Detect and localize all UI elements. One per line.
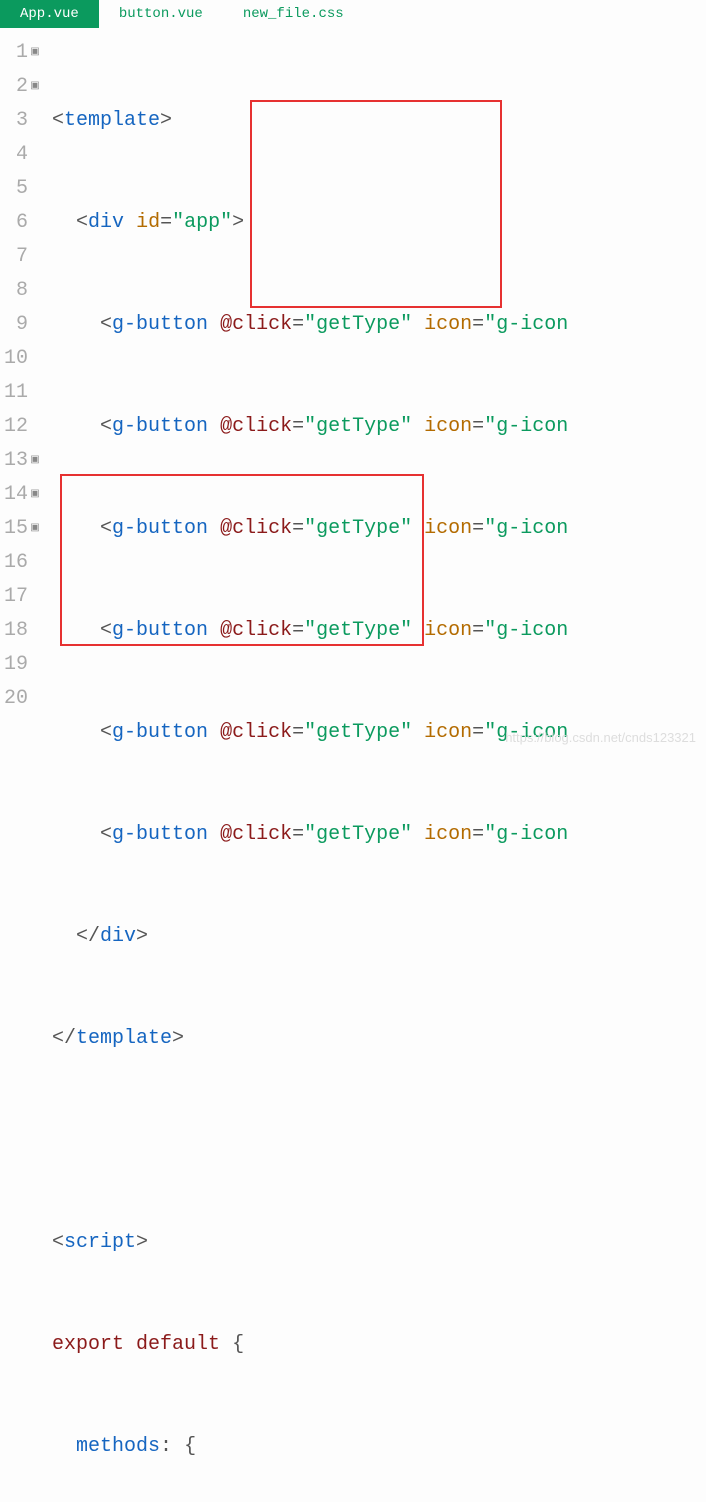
code-line: <g-button @click="getType" icon="g-icon [52, 410, 568, 444]
code-line: export default { [52, 1328, 568, 1362]
fold-icon[interactable]: ▣ [30, 444, 40, 478]
line-number: 7 [0, 240, 28, 274]
line-number: 11 [0, 376, 28, 410]
code-editor[interactable]: 1▣ 2▣ 3 4 5 6 7 8 9 10 11 12 13▣ 14▣ 15▣… [0, 28, 706, 1502]
code-line: <g-button @click="getType" icon="g-icon [52, 308, 568, 342]
fold-icon[interactable]: ▣ [30, 512, 40, 546]
line-number: 18 [0, 614, 28, 648]
tab-bar: App.vue button.vue new_file.css [0, 0, 706, 28]
fold-icon[interactable]: ▣ [30, 478, 40, 512]
line-number: 20 [0, 682, 28, 716]
code-line: <template> [52, 104, 568, 138]
tab-button-vue[interactable]: button.vue [99, 0, 223, 28]
code-line: <g-button @click="getType" icon="g-icon [52, 614, 568, 648]
code-area[interactable]: <template> <div id="app"> <g-button @cli… [50, 28, 568, 1502]
line-number: 19 [0, 648, 28, 682]
line-number: 4 [0, 138, 28, 172]
fold-icon[interactable]: ▣ [30, 70, 40, 104]
tab-new-file-css[interactable]: new_file.css [223, 0, 364, 28]
code-line: <g-button @click="getType" icon="g-icon [52, 818, 568, 852]
line-number: 13 [0, 444, 28, 478]
tab-app-vue[interactable]: App.vue [0, 0, 99, 28]
line-number: 1 [0, 36, 28, 70]
code-line: <g-button @click="getType" icon="g-icon [52, 512, 568, 546]
line-number: 17 [0, 580, 28, 614]
code-line: <div id="app"> [52, 206, 568, 240]
line-number: 6 [0, 206, 28, 240]
watermark: https://blog.csdn.net/cnds123321 [505, 730, 696, 745]
line-number: 16 [0, 546, 28, 580]
line-number: 14 [0, 478, 28, 512]
fold-icon[interactable]: ▣ [30, 36, 40, 70]
code-line [52, 1124, 568, 1158]
line-number: 9 [0, 308, 28, 342]
line-number: 10 [0, 342, 28, 376]
line-number-gutter: 1▣ 2▣ 3 4 5 6 7 8 9 10 11 12 13▣ 14▣ 15▣… [0, 28, 50, 1502]
code-line: </template> [52, 1022, 568, 1056]
code-line: methods: { [52, 1430, 568, 1464]
code-line: </div> [52, 920, 568, 954]
line-number: 3 [0, 104, 28, 138]
code-line: <g-button @click="getType" icon="g-icon [52, 716, 568, 750]
line-number: 12 [0, 410, 28, 444]
line-number: 2 [0, 70, 28, 104]
line-number: 15 [0, 512, 28, 546]
code-line: <script> [52, 1226, 568, 1260]
line-number: 5 [0, 172, 28, 206]
line-number: 8 [0, 274, 28, 308]
